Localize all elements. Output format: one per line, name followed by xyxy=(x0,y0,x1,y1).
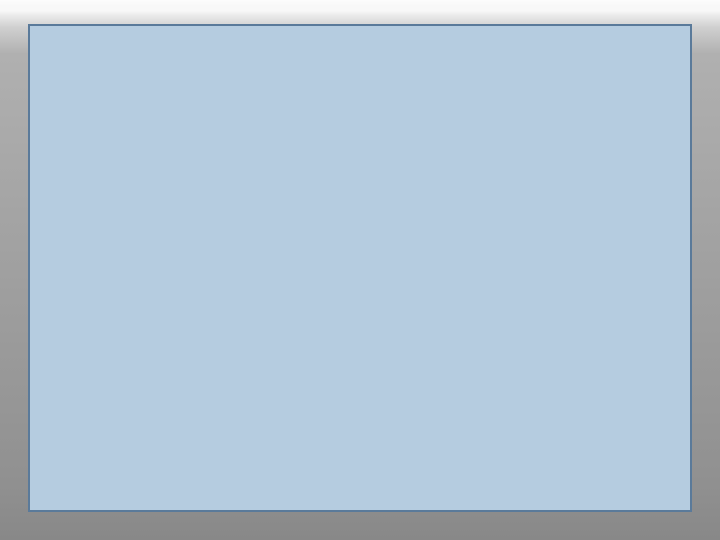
outer-frame xyxy=(0,0,720,540)
content-panel xyxy=(28,24,692,512)
